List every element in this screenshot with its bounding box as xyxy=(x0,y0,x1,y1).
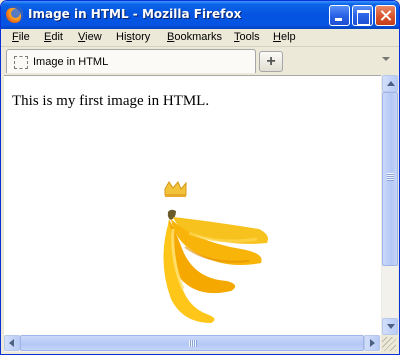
menu-edit[interactable]: Edit xyxy=(44,31,63,43)
arrow-down-icon xyxy=(387,324,395,329)
arrow-left-icon xyxy=(9,339,14,347)
tab-strip: Image in HTML + xyxy=(1,47,399,75)
tab-label: Image in HTML xyxy=(33,56,109,68)
tab-image-in-html[interactable]: Image in HTML xyxy=(6,49,256,73)
arrow-right-icon xyxy=(370,339,375,347)
minimize-button[interactable] xyxy=(329,5,350,26)
scroll-right-button[interactable] xyxy=(364,335,380,351)
close-button[interactable] xyxy=(375,5,396,26)
arrow-up-icon xyxy=(387,81,395,86)
browser-window: Image in HTML - Mozilla Firefox File Edi… xyxy=(0,0,400,355)
scroll-left-button[interactable] xyxy=(4,335,20,351)
window-title: Image in HTML - Mozilla Firefox xyxy=(28,7,242,21)
new-tab-button[interactable]: + xyxy=(259,51,283,72)
menu-file[interactable]: File xyxy=(12,31,30,43)
blank-page-icon xyxy=(14,56,28,69)
tab-list-dropdown-icon[interactable] xyxy=(382,57,390,61)
menu-bar: File Edit View History Bookmarks Tools H… xyxy=(1,29,399,47)
vertical-scroll-thumb[interactable] xyxy=(382,92,398,266)
crown-icon xyxy=(164,181,187,197)
menu-bookmarks[interactable]: Bookmarks xyxy=(167,31,222,43)
firefox-icon[interactable] xyxy=(6,6,23,23)
resize-grip-icon[interactable] xyxy=(382,337,396,351)
horizontal-scroll-thumb[interactable] xyxy=(20,335,364,351)
page-content: This is my first image in HTML. xyxy=(4,75,381,335)
page-paragraph: This is my first image in HTML. xyxy=(12,93,210,109)
scroll-down-button[interactable] xyxy=(382,318,398,335)
menu-help[interactable]: Help xyxy=(273,31,296,43)
banana-image xyxy=(163,181,268,323)
title-bar[interactable]: Image in HTML - Mozilla Firefox xyxy=(1,1,399,29)
vertical-scrollbar[interactable] xyxy=(381,75,398,335)
maximize-button[interactable] xyxy=(352,5,373,26)
menu-tools[interactable]: Tools xyxy=(234,31,260,43)
menu-history[interactable]: History xyxy=(116,31,150,43)
menu-view[interactable]: View xyxy=(78,31,102,43)
scroll-up-button[interactable] xyxy=(382,75,398,92)
horizontal-scrollbar[interactable] xyxy=(4,335,381,352)
